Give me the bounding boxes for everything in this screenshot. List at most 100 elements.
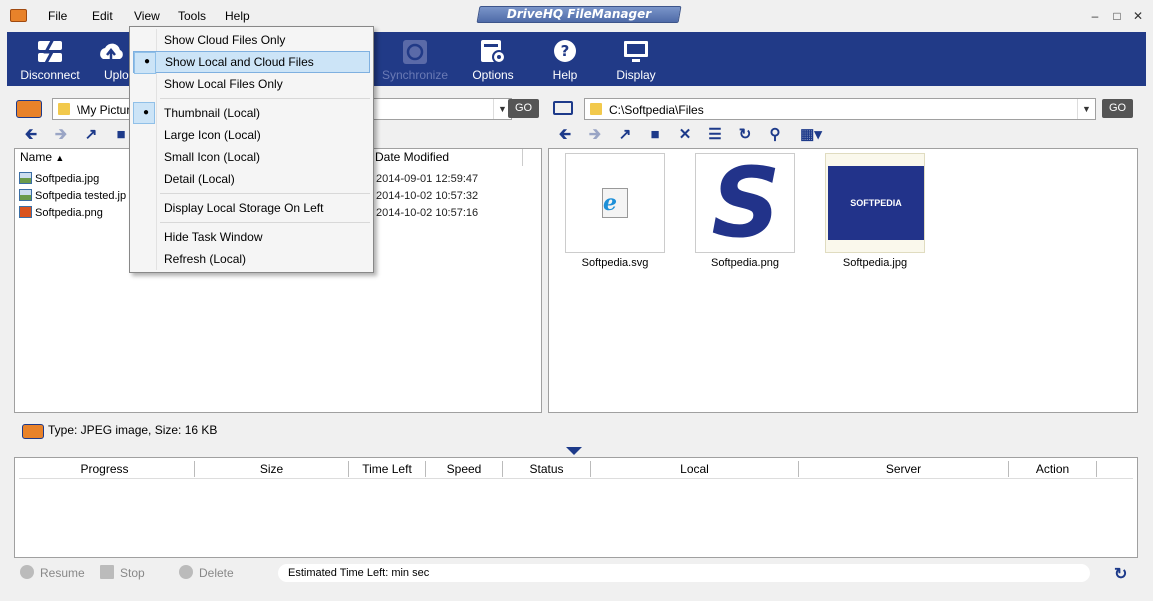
radio-dot-icon: ● (144, 56, 151, 67)
menu-edit[interactable]: Edit (92, 9, 113, 23)
folder-icon (58, 103, 70, 115)
view-menu: Show Cloud Files Only ● Show Local and C… (129, 26, 374, 273)
refresh-icon[interactable]: ↻ (736, 126, 754, 144)
column-status[interactable]: Status (503, 461, 591, 477)
new-folder-icon[interactable]: ■ (112, 126, 130, 144)
minimize-icon[interactable]: – (1088, 9, 1102, 23)
date-cell: 2014-10-02 10:57:32 (376, 190, 479, 202)
refresh-icon[interactable]: ↻ (1114, 564, 1127, 584)
thumbnail-label: Softpedia.png (711, 257, 779, 269)
delete-icon[interactable]: ✕ (676, 126, 694, 144)
radio-dot-icon: ● (143, 107, 150, 118)
cloud-nav-toolbar: 🡰 🡲 ↗ ■ ✕ ☰ ↻ ⚲ ▦▾ (556, 126, 836, 146)
options-label: Options (472, 68, 514, 82)
menu-item-hide-task-window[interactable]: Hide Task Window (133, 226, 370, 248)
local-go-button[interactable]: GO (508, 99, 539, 118)
delete-button[interactable]: Delete (179, 565, 234, 580)
ie-logo-icon: e (603, 190, 617, 216)
cloud-path-text: C:\Softpedia\Files (609, 103, 704, 117)
menu-item-show-local-only[interactable]: Show Local Files Only (133, 73, 370, 95)
softpedia-banner-logo: SOFTPEDIA (828, 166, 924, 240)
stop-icon (100, 565, 114, 579)
column-date-modified[interactable]: Date Modified (370, 149, 523, 166)
display-button[interactable]: Display (601, 32, 671, 86)
forward-icon[interactable]: 🡲 (52, 126, 70, 144)
help-icon: ? (554, 40, 576, 62)
list-item[interactable]: Softpedia tested.jp (19, 188, 126, 205)
synchronize-label: Synchronize (381, 68, 449, 82)
play-icon (20, 565, 34, 579)
stop-button[interactable]: Stop (100, 565, 145, 580)
menu-item-large-icon-local[interactable]: Large Icon (Local) (133, 124, 370, 146)
up-folder-icon[interactable]: ↗ (82, 126, 100, 144)
new-folder-icon[interactable]: ■ (646, 126, 664, 144)
disconnect-label: Disconnect (20, 68, 80, 82)
app-icon[interactable] (10, 9, 27, 22)
list-item[interactable]: Softpedia.jpg (19, 171, 99, 188)
menu-item-show-local-and-cloud[interactable]: ● Show Local and Cloud Files (133, 51, 370, 74)
view-mode-icon[interactable]: ▦▾ (796, 126, 826, 144)
svg-text:?: ? (561, 42, 570, 60)
date-cell: 2014-10-02 10:57:16 (376, 207, 479, 219)
image-file-icon (19, 172, 32, 184)
close-icon[interactable]: ✕ (1131, 9, 1145, 23)
header-divider (19, 478, 1133, 479)
thumbnail-png[interactable]: S (695, 153, 795, 253)
up-folder-icon[interactable]: ↗ (616, 126, 634, 144)
cloud-path-combo[interactable]: C:\Softpedia\Files ▼ (584, 98, 1096, 120)
cloud-file-list[interactable]: e S SOFTPEDIA Softpedia.svg Softpedia.pn… (548, 148, 1138, 413)
menu-help[interactable]: Help (225, 9, 250, 23)
column-size[interactable]: Size (195, 461, 349, 477)
options-button[interactable]: Options (458, 32, 528, 86)
computer-icon (553, 101, 573, 115)
column-time-left[interactable]: Time Left (349, 461, 426, 477)
resume-button[interactable]: Resume (20, 565, 85, 580)
thumbnail-svg[interactable]: e (565, 153, 665, 253)
upload-label: Uplo (104, 68, 129, 82)
help-button[interactable]: ? Help (530, 32, 600, 86)
cloud-go-button[interactable]: GO (1102, 99, 1133, 118)
softpedia-s-logo: S (711, 147, 781, 259)
local-storage-icon (16, 100, 42, 118)
thumbnail-jpg[interactable]: SOFTPEDIA (825, 153, 925, 253)
column-progress[interactable]: Progress (15, 461, 195, 477)
forward-icon[interactable]: 🡲 (586, 126, 604, 144)
menu-item-thumbnail-local[interactable]: ● Thumbnail (Local) (133, 102, 370, 124)
column-local[interactable]: Local (591, 461, 799, 477)
menu-file[interactable]: File (48, 9, 67, 23)
image-file-icon (19, 189, 32, 201)
menu-item-small-icon-local[interactable]: Small Icon (Local) (133, 146, 370, 168)
menu-view[interactable]: View (134, 9, 160, 23)
display-label: Display (616, 68, 656, 82)
delete-icon (179, 565, 193, 579)
list-item[interactable]: Softpedia.png (19, 205, 103, 222)
disconnect-icon (38, 39, 62, 65)
upload-button[interactable]: Uplo (91, 32, 131, 86)
menu-item-display-local-on-left[interactable]: Display Local Storage On Left (133, 197, 370, 219)
local-path-text: \My Pictur (77, 103, 131, 117)
menu-item-detail-local[interactable]: Detail (Local) (133, 168, 370, 190)
expand-arrow-icon[interactable] (566, 447, 582, 455)
png-file-icon (19, 206, 32, 218)
upload-icon (100, 43, 123, 61)
column-action[interactable]: Action (1009, 461, 1097, 477)
column-server[interactable]: Server (799, 461, 1009, 477)
back-icon[interactable]: 🡰 (22, 126, 40, 144)
transfer-table[interactable]: Progress Size Time Left Speed Status Loc… (14, 457, 1138, 558)
synchronize-icon (403, 40, 427, 64)
column-speed[interactable]: Speed (426, 461, 503, 477)
disconnect-button[interactable]: Disconnect (15, 32, 85, 86)
search-icon[interactable]: ⚲ (766, 126, 784, 144)
chevron-down-icon[interactable]: ▼ (1077, 99, 1095, 119)
back-icon[interactable]: 🡰 (556, 126, 574, 144)
drive-icon (22, 424, 44, 439)
synchronize-button[interactable]: Synchronize (380, 32, 450, 86)
menu-tools[interactable]: Tools (178, 9, 206, 23)
properties-icon[interactable]: ☰ (706, 126, 724, 144)
menu-item-show-cloud-only[interactable]: Show Cloud Files Only (133, 29, 370, 51)
maximize-icon[interactable]: □ (1110, 9, 1124, 23)
menu-separator (160, 193, 370, 194)
column-name[interactable]: Name ▲ (15, 149, 130, 166)
menu-item-refresh-local[interactable]: Refresh (Local) (133, 248, 370, 270)
estimated-time-field: Estimated Time Left: min sec (278, 564, 1090, 582)
